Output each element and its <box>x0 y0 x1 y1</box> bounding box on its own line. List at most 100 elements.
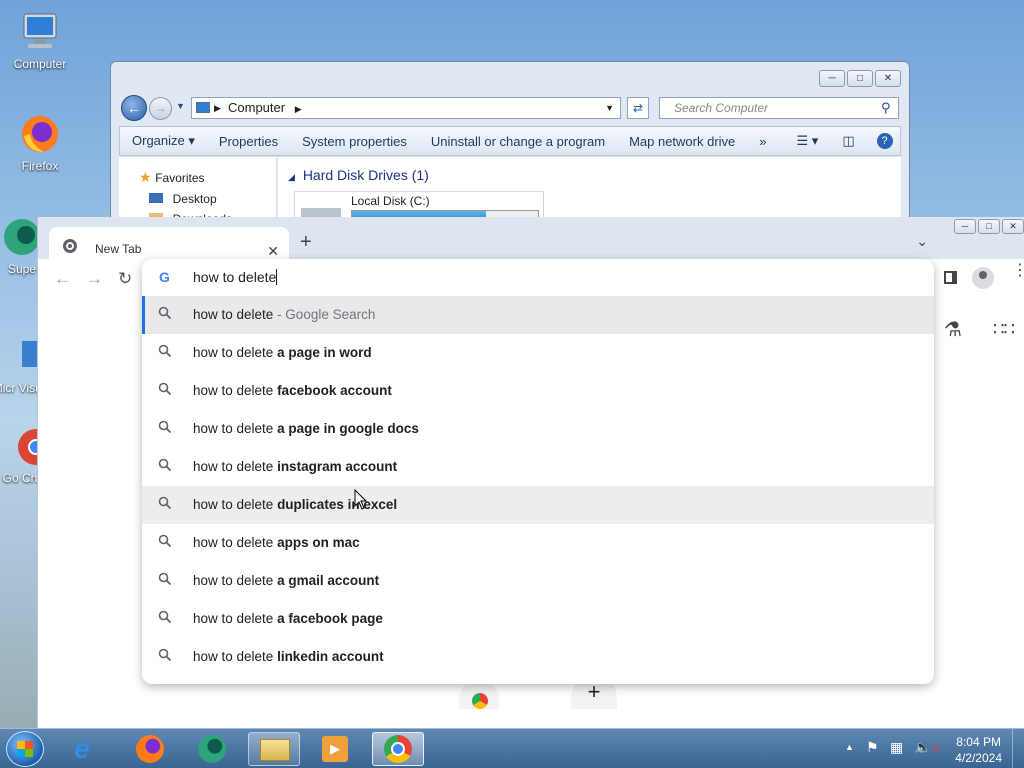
reload-icon[interactable]: ↻ <box>118 269 132 289</box>
omnibox-suggestion[interactable]: how to delete instagram account <box>142 448 934 486</box>
action-center-flag-icon[interactable]: ⚑ <box>866 739 879 756</box>
app-icon <box>198 735 226 763</box>
taskbar-ie[interactable]: e <box>62 732 114 766</box>
suggestion-completion: a facebook page <box>277 611 383 626</box>
properties-button[interactable]: Properties <box>207 134 290 149</box>
omnibox-suggestion[interactable]: how to delete - Google Search <box>142 296 934 334</box>
taskbar-explorer[interactable] <box>248 732 300 766</box>
view-options-icon[interactable]: ☰ ▾ <box>785 133 831 149</box>
suggestion-query: how to delete <box>193 611 278 626</box>
taskbar-chrome[interactable] <box>372 732 424 766</box>
omnibox-suggestion[interactable]: how to delete a page in google docs <box>142 410 934 448</box>
profile-avatar[interactable] <box>972 267 994 289</box>
start-button[interactable] <box>6 731 44 767</box>
close-button[interactable]: ✕ <box>875 70 901 87</box>
recent-pages-icon[interactable]: ▼ <box>176 101 185 111</box>
omnibox-suggestion[interactable]: how to delete a gmail account <box>142 562 934 600</box>
computer-icon <box>18 10 62 54</box>
favorites-item[interactable]: ★ Favorites <box>139 169 205 186</box>
organize-menu[interactable]: Organize ▾ <box>120 133 207 149</box>
refresh-button[interactable]: ⇄ <box>627 97 649 119</box>
close-button[interactable]: ✕ <box>1002 219 1024 234</box>
clock-time: 8:04 PM <box>956 735 1001 749</box>
suggestion-query: how to delete <box>193 307 274 322</box>
preview-pane-icon[interactable]: ◫ <box>830 133 866 149</box>
desktop-label: Desktop <box>172 192 217 206</box>
command-bar: Organize ▾ Properties System properties … <box>119 126 901 156</box>
omnibox-suggestion[interactable]: how to delete a page in word <box>142 334 934 372</box>
chevron-right-icon: ▶ <box>294 104 302 114</box>
suggestion-query: how to delete <box>193 421 278 436</box>
tab-new-tab[interactable]: New Tab ✕ <box>49 227 289 261</box>
omnibox-input[interactable]: G how to delete <box>142 259 934 296</box>
address-bar[interactable]: ▶ Computer ▶ ▼ <box>191 97 621 119</box>
help-icon[interactable]: ? <box>876 133 893 149</box>
computer-small-icon <box>196 102 210 113</box>
more-commands-button[interactable]: » <box>747 134 778 149</box>
clock[interactable]: 8:04 PM 4/2/2024 <box>955 734 1002 766</box>
address-text: Computer <box>228 100 286 115</box>
mouse-cursor-icon <box>354 489 368 510</box>
maximize-button[interactable]: □ <box>978 219 1000 234</box>
minimize-button[interactable]: ─ <box>819 70 845 87</box>
search-icon <box>158 648 172 662</box>
person-icon <box>979 271 987 279</box>
minimize-button[interactable]: ─ <box>954 219 976 234</box>
taskbar-media-player[interactable]: ▶ <box>310 732 362 766</box>
tab-search-icon[interactable]: ⌄ <box>916 233 928 250</box>
desktop-icon-label: Firefox <box>21 159 59 173</box>
suggestion-completion: a gmail account <box>277 573 380 588</box>
search-icon <box>158 496 172 510</box>
show-desktop-button[interactable] <box>1012 729 1024 768</box>
labs-icon[interactable]: ⚗ <box>944 317 962 342</box>
forward-icon[interactable]: → <box>86 269 103 289</box>
desktop-icon-computer[interactable]: Computer <box>0 10 80 71</box>
address-dropdown-icon[interactable]: ▼ <box>605 98 614 118</box>
search-icon <box>158 572 172 586</box>
favorites-label: Favorites <box>155 171 205 185</box>
search-icon <box>158 458 172 472</box>
taskbar-app[interactable] <box>186 732 238 766</box>
omnibox-suggestion[interactable]: how to delete facebook account <box>142 372 934 410</box>
omnibox-suggestion[interactable]: how to delete linkedin account <box>142 638 934 676</box>
section-header[interactable]: ◢ Hard Disk Drives (1) <box>288 167 429 183</box>
suggestion-source: - Google Search <box>273 307 376 322</box>
map-network-drive-button[interactable]: Map network drive <box>617 134 747 149</box>
suggestion-completion: a page in word <box>277 345 372 360</box>
back-icon[interactable]: ← <box>54 269 71 289</box>
side-panel-icon[interactable] <box>944 271 957 284</box>
new-tab-button[interactable]: + <box>300 231 312 254</box>
section-title: Hard Disk Drives (1) <box>302 167 429 183</box>
omnibox-suggestion[interactable]: how to delete a facebook page <box>142 600 934 638</box>
forward-button[interactable]: → <box>149 97 172 120</box>
collapse-icon: ◢ <box>288 172 295 182</box>
chrome-icon <box>472 693 488 709</box>
search-icon[interactable]: ⚲ <box>881 100 891 116</box>
taskbar-firefox[interactable] <box>124 732 176 766</box>
maximize-button[interactable]: □ <box>847 70 873 87</box>
suggestion-completion: a page in google docs <box>277 421 419 436</box>
folder-icon <box>260 739 290 761</box>
taskbar: e ▶ ▲ ⚑ ▦ 🔈✕ 8:04 PM 4/2/2024 <box>0 728 1024 768</box>
back-button[interactable]: ← <box>121 95 147 121</box>
omnibox-suggestion[interactable]: how to delete duplicates in excel <box>142 486 934 524</box>
suggestion-query: how to delete <box>193 383 278 398</box>
clock-date: 4/2/2024 <box>955 751 1002 765</box>
suggestion-query: how to delete <box>193 459 278 474</box>
google-g-icon: G <box>159 269 170 285</box>
omnibox-suggestion[interactable]: how to delete apps on mac <box>142 524 934 562</box>
windows-logo-icon <box>17 741 33 757</box>
search-input[interactable]: Search Computer <box>659 97 899 119</box>
suggestion-completion: duplicates in excel <box>277 497 398 512</box>
show-hidden-icons[interactable]: ▲ <box>845 742 854 752</box>
chrome-icon <box>384 735 412 763</box>
menu-icon[interactable]: ⋮ <box>1012 263 1024 279</box>
uninstall-program-button[interactable]: Uninstall or change a program <box>419 134 617 149</box>
system-properties-button[interactable]: System properties <box>290 134 419 149</box>
desktop-icon-firefox[interactable]: Firefox <box>0 112 80 173</box>
network-icon[interactable]: ▦ <box>890 739 903 756</box>
volume-muted-icon[interactable]: 🔈✕ <box>914 739 940 756</box>
apps-grid-icon[interactable]: ∷∷ <box>993 319 1015 340</box>
desktop-item[interactable]: Desktop <box>149 191 217 206</box>
close-tab-icon[interactable]: ✕ <box>267 243 279 260</box>
